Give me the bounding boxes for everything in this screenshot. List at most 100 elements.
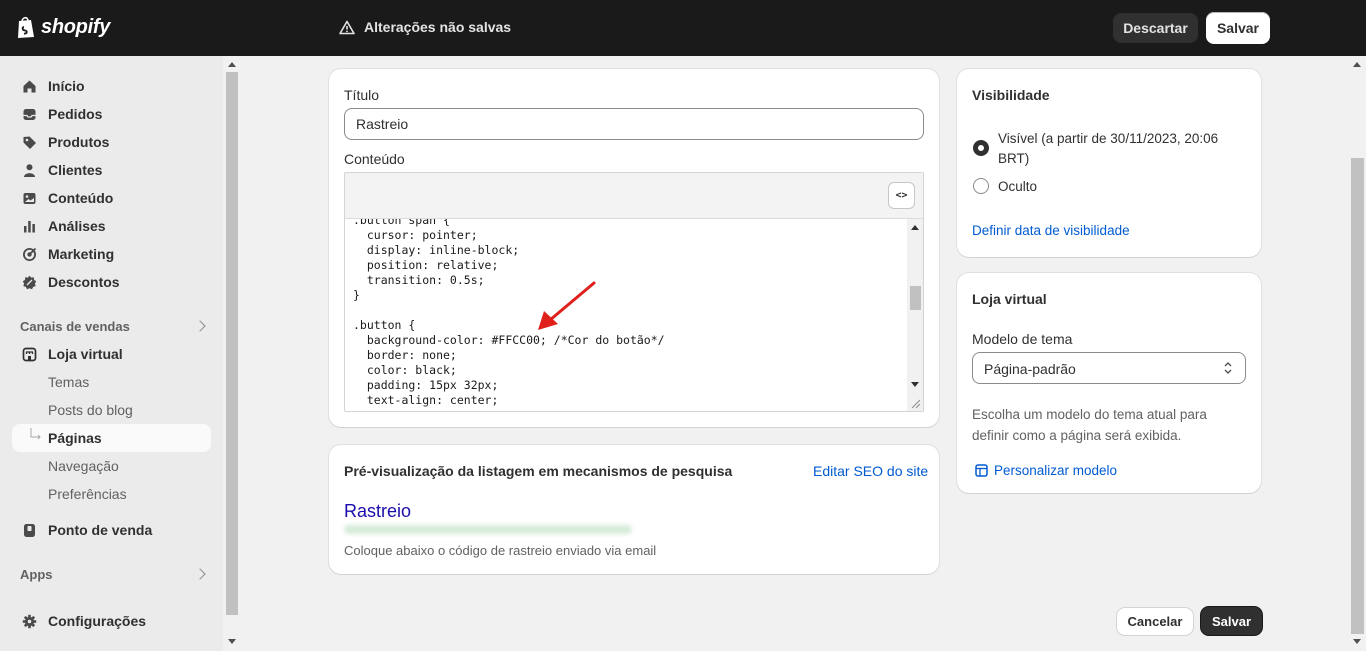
visibility-card: Visibilidade Visível (a partir de 30/11/… — [957, 69, 1261, 257]
code-line: cursor: pointer; — [353, 228, 478, 242]
template-label: Modelo de tema — [972, 331, 1073, 347]
sidebar-item-label: Análises — [48, 218, 106, 234]
sidebar-item-label: Descontos — [48, 274, 120, 290]
template-select[interactable]: Página-padrão — [972, 352, 1246, 384]
hidden-radio-label[interactable]: Oculto — [998, 179, 1037, 194]
sidebar-item-label: Loja virtual — [48, 346, 123, 362]
sidebar: Início Pedidos Produtos Clientes Conteúd… — [0, 56, 223, 651]
sidebar-scrollbar-thumb[interactable] — [226, 72, 238, 615]
code-line: background-color: #FFCC00; /*Cor do botã… — [353, 333, 665, 347]
set-visibility-date-link[interactable]: Definir data de visibilidade — [972, 223, 1130, 238]
online-store-heading: Loja virtual — [972, 291, 1047, 307]
person-icon — [24, 164, 35, 177]
template-help-text: Escolha um modelo do tema atual para — [972, 407, 1207, 422]
save-button-bottom[interactable]: Salvar — [1201, 607, 1262, 635]
code-line: color: black; — [353, 363, 457, 377]
tree-connector-icon — [30, 428, 41, 440]
hidden-radio[interactable] — [973, 178, 989, 194]
shopify-bag-icon — [18, 16, 34, 38]
bar-chart-icon — [24, 221, 35, 233]
sidebar-item-descontos[interactable]: Descontos — [12, 268, 211, 296]
sidebar-item-conteudo[interactable]: Conteúdo — [12, 184, 211, 212]
sidebar-subitem-label: Navegação — [48, 458, 119, 474]
code-line: border: none; — [353, 348, 457, 362]
html-code-editor[interactable]: <> .button span { cursor: pointer; displ… — [344, 172, 924, 412]
sidebar-item-label: Marketing — [48, 246, 115, 262]
code-line: .button { — [353, 318, 416, 332]
page-scroll-down-icon[interactable] — [1353, 639, 1361, 644]
code-line: } — [353, 288, 360, 302]
code-line: .button span { — [353, 219, 450, 227]
top-bar: shopify Alterações não salvas Descartar … — [0, 0, 1366, 56]
sidebar-subitem-label: Posts do blog — [48, 402, 133, 418]
code-scroll-up-icon[interactable] — [911, 225, 919, 230]
discard-button[interactable]: Descartar — [1113, 13, 1198, 43]
sidebar-item-loja-virtual[interactable]: Loja virtual — [12, 340, 211, 368]
seo-preview-title: Rastreio — [344, 501, 412, 521]
sidebar-subitem-preferencias[interactable]: Preferências — [12, 480, 211, 508]
inbox-icon — [23, 109, 36, 120]
edit-seo-link[interactable]: Editar SEO do site — [813, 463, 928, 479]
seo-preview-card: Pré-visualização da listagem em mecanism… — [329, 445, 939, 574]
sidebar-item-label: Pedidos — [48, 106, 103, 122]
chevron-right-icon[interactable] — [194, 568, 206, 580]
visible-radio-label-line2[interactable]: BRT) — [998, 151, 1029, 166]
storefront-icon — [22, 347, 37, 362]
resize-handle-icon[interactable] — [909, 397, 921, 409]
logo-text: shopify — [41, 15, 111, 38]
sidebar-item-label: Ponto de venda — [48, 522, 153, 538]
gear-icon — [22, 614, 37, 629]
html-toggle-button[interactable]: <> — [888, 182, 915, 209]
sidebar-subitem-posts-do-blog[interactable]: Posts do blog — [12, 396, 211, 424]
sidebar-item-label: Início — [48, 78, 85, 94]
code-line: padding: 15px 32px; — [353, 378, 499, 392]
sidebar-item-label: Produtos — [48, 134, 110, 150]
warning-icon — [339, 20, 355, 34]
seo-preview-description: Coloque abaixo o código de rastreio envi… — [344, 543, 657, 558]
page-content-card: Título Conteúdo <> .button span { cursor… — [329, 69, 939, 427]
scroll-up-icon[interactable] — [228, 62, 236, 67]
visible-radio[interactable] — [973, 140, 989, 156]
sidebar-subitem-navegacao[interactable]: Navegação — [12, 452, 211, 480]
sidebar-item-produtos[interactable]: Produtos — [12, 128, 211, 156]
code-textarea[interactable]: .button span { cursor: pointer; display:… — [345, 219, 907, 411]
shopify-logo[interactable]: shopify — [16, 15, 110, 39]
sidebar-item-label: Configurações — [48, 613, 147, 629]
save-button-top[interactable]: Salvar — [1206, 12, 1270, 44]
discount-icon — [22, 275, 37, 290]
annotation-arrow-icon — [538, 281, 596, 330]
code-scroll-down-icon[interactable] — [911, 382, 919, 387]
sidebar-item-ponto-de-venda[interactable]: Ponto de venda — [12, 516, 211, 544]
apps-label[interactable]: Apps — [20, 567, 53, 582]
cancel-button[interactable]: Cancelar — [1117, 608, 1193, 635]
sidebar-item-inicio[interactable]: Início — [12, 72, 211, 100]
select-chevron-icon — [1224, 362, 1232, 374]
customize-template-link[interactable]: Personalizar modelo — [994, 463, 1117, 478]
sales-channels-label[interactable]: Canais de vendas — [20, 319, 130, 334]
seo-preview-url-blurred — [344, 525, 632, 534]
chevron-right-icon[interactable] — [194, 320, 206, 332]
sidebar-subitem-label: Temas — [48, 374, 90, 390]
sidebar-subitem-label: Preferências — [48, 486, 127, 502]
visible-radio-label[interactable]: Visível (a partir de 30/11/2023, 20:06 — [998, 131, 1218, 146]
sidebar-subitem-paginas[interactable]: Páginas — [12, 424, 211, 452]
visibility-heading: Visibilidade — [972, 87, 1050, 103]
online-store-card: Loja virtual Modelo de tema Página-padrã… — [957, 273, 1261, 493]
sidebar-item-pedidos[interactable]: Pedidos — [12, 100, 211, 128]
sidebar-subitem-temas[interactable]: Temas — [12, 368, 211, 396]
sidebar-item-clientes[interactable]: Clientes — [12, 156, 211, 184]
code-scrollbar[interactable] — [907, 219, 923, 411]
template-help-text-line2: definir como a página será exibida. — [972, 428, 1182, 443]
code-scrollbar-thumb[interactable] — [910, 286, 921, 310]
title-input[interactable] — [344, 108, 924, 140]
image-icon — [23, 193, 36, 204]
template-select-value: Página-padrão — [984, 361, 1076, 377]
page-scroll-up-icon[interactable] — [1353, 62, 1361, 67]
page-scrollbar-thumb[interactable] — [1351, 158, 1364, 634]
sidebar-item-analises[interactable]: Análises — [12, 212, 211, 240]
scroll-down-icon[interactable] — [228, 639, 236, 644]
tag-icon — [23, 136, 36, 149]
editor-toolbar: <> — [345, 173, 923, 219]
sidebar-item-marketing[interactable]: Marketing — [12, 240, 211, 268]
sidebar-item-configuracoes[interactable]: Configurações — [12, 607, 211, 635]
